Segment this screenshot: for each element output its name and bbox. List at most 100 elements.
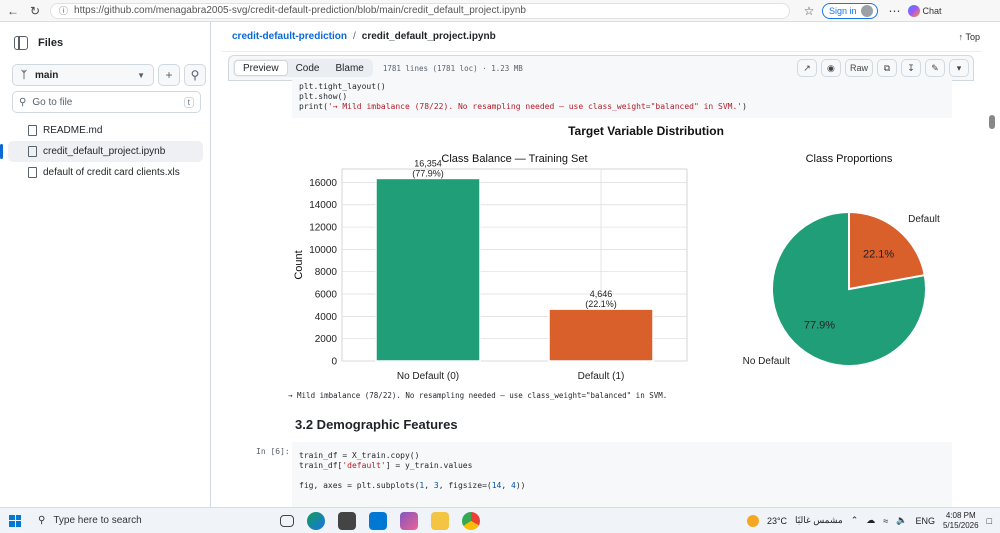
file-icon [28,167,37,178]
chrome-icon[interactable] [462,511,480,530]
wifi-icon[interactable]: ≈ [883,516,888,526]
bar [548,308,654,362]
address-bar[interactable]: ⓘ https://github.com/menagabra2005-svg/c… [50,2,790,19]
y-tick-label: 6000 [315,290,338,301]
y-tick-label: 16000 [309,178,337,189]
code-line: plt.tight_layout() [299,82,386,91]
more-icon[interactable]: ⋯ [886,2,904,20]
branch-selector[interactable]: ᛉ main ▼ [12,64,154,86]
back-icon[interactable]: ← [4,2,22,20]
tab-preview[interactable]: Preview [234,60,288,76]
language-indicator[interactable]: ENG [915,516,935,526]
y-tick-label: 12000 [309,223,337,234]
sign-in-button[interactable]: Sign in [822,2,878,19]
chevron-down-icon: ▼ [137,70,145,80]
x-tick-label: Default (1) [578,371,625,382]
y-tick-label: 10000 [309,245,337,256]
y-axis-label: Count [293,250,305,279]
branch-icon: ᛉ [21,69,27,81]
tab-blame[interactable]: Blame [327,60,371,76]
file-item-notebook[interactable]: credit_default_project.ipynb [0,141,203,162]
y-tick-label: 0 [331,357,337,368]
url-text: https://github.com/menagabra2005-svg/cre… [74,5,526,16]
bar-value-label: 4,646 [590,289,613,299]
start-button[interactable] [0,514,30,527]
pinned-apps [280,511,480,530]
code-line: plt.show() [299,92,348,101]
favorite-icon[interactable]: ☆ [800,2,818,20]
copilot-icon [907,4,920,17]
shortcut-key: t [183,96,194,108]
code-cell-top: plt.tight_layout() plt.show() print('→ M… [292,80,952,118]
clock[interactable]: 4:08 PM 5/15/2026 [943,511,979,531]
breadcrumb-separator: / [353,31,356,42]
download-icon[interactable]: ↧ [901,59,921,77]
refresh-icon[interactable]: ↻ [26,2,44,20]
y-tick-label: 8000 [315,267,338,278]
avatar-icon [860,4,873,17]
tab-code[interactable]: Code [288,60,328,76]
clock-time: 4:08 PM [945,510,976,520]
volume-icon[interactable]: 🔈 [896,515,907,526]
branch-row: ᛉ main ▼ + ⚲ [12,64,206,86]
x-tick-label: No Default (0) [397,371,459,382]
tray-chevron-icon[interactable]: ⌃ [851,515,859,526]
site-info-icon[interactable]: ⓘ [59,4,68,17]
task-view-icon[interactable] [280,514,294,527]
file-explorer-icon[interactable] [431,511,449,530]
file-item-readme[interactable]: README.md [8,120,203,141]
breadcrumb: credit-default-prediction / credit_defau… [222,22,982,52]
go-to-file-input[interactable]: ⚲ Go to file t [12,91,201,113]
search-icon: ⚲ [38,515,46,526]
browser-toolbar: ← ↻ ⓘ https://github.com/menagabra2005-s… [0,0,1000,22]
app-icon[interactable] [400,511,418,530]
raw-button[interactable]: Raw [844,59,873,77]
search-icon: ⚲ [19,96,27,108]
collapse-sidebar-icon[interactable] [14,36,28,50]
scrollbar-thumb[interactable] [989,115,995,129]
copy-icon[interactable]: ⧉ [877,59,897,77]
windows-taskbar: ⚲ Type here to search 23°C مشمس غالبًا ⌃… [0,507,1000,533]
taskbar-search-placeholder: Type here to search [53,515,142,526]
weather-icon [746,514,759,527]
cloud-icon[interactable]: ☁ [866,515,875,526]
search-button[interactable]: ⚲ [184,64,206,86]
top-button[interactable]: ↑ Top [959,32,980,42]
copilot-icon[interactable]: ◉ [820,59,841,77]
open-icon[interactable]: ↗ [796,59,817,77]
edge-icon[interactable] [307,511,325,530]
copilot-chat-button[interactable]: Chat [907,4,942,17]
clock-date: 5/15/2026 [942,520,979,530]
code-cell: train_df = X_train.copy() train_df['defau… [292,442,952,507]
bar-chart: Class Balance — Training Set 0 2000 4000 600… [293,153,688,382]
files-title: Files [38,37,64,49]
add-file-button[interactable]: + [158,64,180,86]
cell-in-label: In [6]: [256,447,290,456]
weather-desc: مشمس غالبًا [795,515,843,525]
repo-link[interactable]: credit-default-prediction [232,31,347,42]
file-name: credit_default_project.ipynb [361,31,496,42]
taskbar-search[interactable]: ⚲ Type here to search [30,509,260,533]
file-item-xls[interactable]: default of credit card clients.xls [8,162,203,183]
file-list: README.md credit_default_project.ipynb d… [0,120,203,183]
store-icon[interactable] [338,511,356,530]
edit-icon[interactable]: ✎ [925,59,945,77]
y-tick-label: 4000 [315,312,338,323]
file-actions: ↗ ◉ Raw ⧉ ↧ ✎ ▾ [796,59,969,77]
pie-chart-title: Class Proportions [806,153,893,165]
go-to-file-placeholder: Go to file [32,96,73,108]
notifications-icon[interactable]: □ [987,516,992,526]
bar-value-label: (77.9%) [412,168,444,178]
mail-icon[interactable] [369,511,387,530]
bar-value-label: (22.1%) [585,299,617,309]
section-heading: 3.2 Demographic Features [295,417,458,432]
branch-name: main [35,69,59,81]
file-icon [28,125,37,136]
file-view: credit-default-prediction / credit_defau… [222,22,1000,507]
view-mode-tabs: Preview Code Blame [233,59,373,77]
files-header: Files [14,36,63,50]
more-options-icon[interactable]: ▾ [949,59,969,77]
y-tick-label: 2000 [315,334,338,345]
weather-temp[interactable]: 23°C [767,516,787,526]
